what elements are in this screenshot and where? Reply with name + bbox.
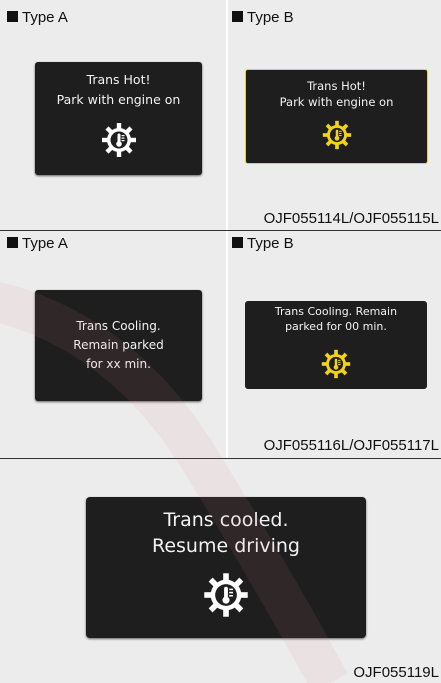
section3-figure-code: OJF055119L bbox=[353, 664, 439, 681]
trans-temp-gear-icon bbox=[203, 572, 249, 622]
section1-type-a-message: Trans Hot! Park with engine on bbox=[56, 72, 181, 107]
section2-type-a-display: Trans Cooling. Remain parked for xx min. bbox=[35, 290, 202, 401]
section2-right-type-label: Type B bbox=[232, 235, 294, 253]
section2-type-b-display: Trans Cooling. Remain parked for 00 min. bbox=[245, 301, 427, 389]
section3-display: Trans cooled. Resume driving bbox=[86, 497, 366, 638]
section1-right-type-text: Type B bbox=[247, 9, 294, 26]
section1-type-a-display: Trans Hot! Park with engine on bbox=[35, 62, 202, 175]
square-bullet-icon bbox=[7, 237, 18, 248]
section1-left-type-text: Type A bbox=[22, 9, 68, 26]
section2-right-type-text: Type B bbox=[247, 235, 294, 252]
section2-type-b-message: Trans Cooling. Remain parked for 00 min. bbox=[274, 305, 398, 333]
square-bullet-icon bbox=[7, 11, 18, 22]
square-bullet-icon bbox=[232, 237, 243, 248]
section1-figure-code: OJF055114L/OJF055115L bbox=[263, 210, 439, 227]
trans-temp-gear-icon bbox=[321, 349, 351, 383]
square-bullet-icon bbox=[232, 11, 243, 22]
trans-temp-gear-icon bbox=[322, 120, 352, 154]
section1-right-type-label: Type B bbox=[232, 9, 294, 27]
section3-message: Trans cooled. Resume driving bbox=[152, 509, 300, 557]
section2-type-a-message: Trans Cooling. Remain parked for xx min. bbox=[73, 319, 164, 371]
section2-figure-code: OJF055116L/OJF055117L bbox=[263, 437, 439, 454]
section2-left-type-label: Type A bbox=[7, 235, 68, 253]
section1-type-b-message: Trans Hot! Park with engine on bbox=[279, 79, 394, 109]
section2-left-type-text: Type A bbox=[22, 235, 68, 252]
trans-temp-gear-icon bbox=[101, 122, 137, 162]
section1-left-type-label: Type A bbox=[7, 9, 68, 27]
section1-type-b-display: Trans Hot! Park with engine on bbox=[245, 69, 428, 164]
